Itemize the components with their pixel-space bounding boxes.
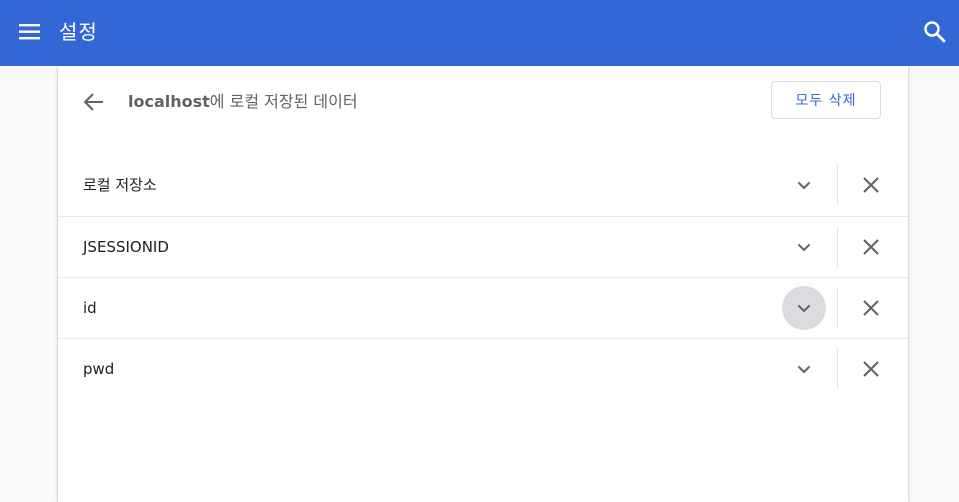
page-heading: localhost에 로컬 저장된 데이터 — [128, 90, 358, 114]
chevron-down-icon — [797, 365, 811, 374]
list-item: 로컬 저장소 — [58, 155, 908, 216]
expand-button[interactable] — [782, 347, 826, 391]
remove-item-button[interactable] — [858, 295, 884, 321]
expand-button[interactable] — [782, 286, 826, 330]
hamburger-menu-icon — [19, 24, 40, 40]
row-separator — [837, 349, 838, 389]
close-icon — [863, 239, 879, 255]
item-label: id — [83, 299, 97, 317]
expand-button[interactable] — [782, 163, 826, 207]
list-item: JSESSIONID — [58, 216, 908, 278]
close-icon — [863, 300, 879, 316]
row-separator — [837, 288, 838, 328]
app-header: 설정 — [0, 0, 959, 66]
search-button[interactable] — [922, 19, 948, 45]
row-separator — [837, 165, 838, 205]
item-label: 로컬 저장소 — [83, 176, 157, 194]
remove-item-button[interactable] — [858, 172, 884, 198]
site-data-card: localhost에 로컬 저장된 데이터 모두 삭제 로컬 저장소 JSESS… — [58, 66, 908, 502]
expand-button[interactable] — [782, 225, 826, 269]
heading-host: localhost — [128, 92, 210, 111]
arrow-left-icon — [83, 93, 103, 111]
menu-button[interactable] — [18, 21, 42, 45]
remove-all-button[interactable]: 모두 삭제 — [771, 81, 881, 119]
heading-description: 에 로컬 저장된 데이터 — [209, 92, 358, 111]
chevron-down-icon — [797, 181, 811, 190]
search-icon — [924, 21, 946, 43]
app-title: 설정 — [59, 20, 98, 44]
remove-item-button[interactable] — [858, 234, 884, 260]
chevron-down-icon — [797, 304, 811, 313]
back-button[interactable] — [82, 90, 106, 114]
item-label: JSESSIONID — [83, 238, 169, 256]
chevron-down-icon — [797, 243, 811, 252]
remove-item-button[interactable] — [858, 356, 884, 382]
row-separator — [837, 227, 838, 267]
list-item: pwd — [58, 338, 908, 400]
close-icon — [863, 177, 879, 193]
item-label: pwd — [83, 360, 115, 378]
close-icon — [863, 361, 879, 377]
list-item: id — [58, 277, 908, 339]
